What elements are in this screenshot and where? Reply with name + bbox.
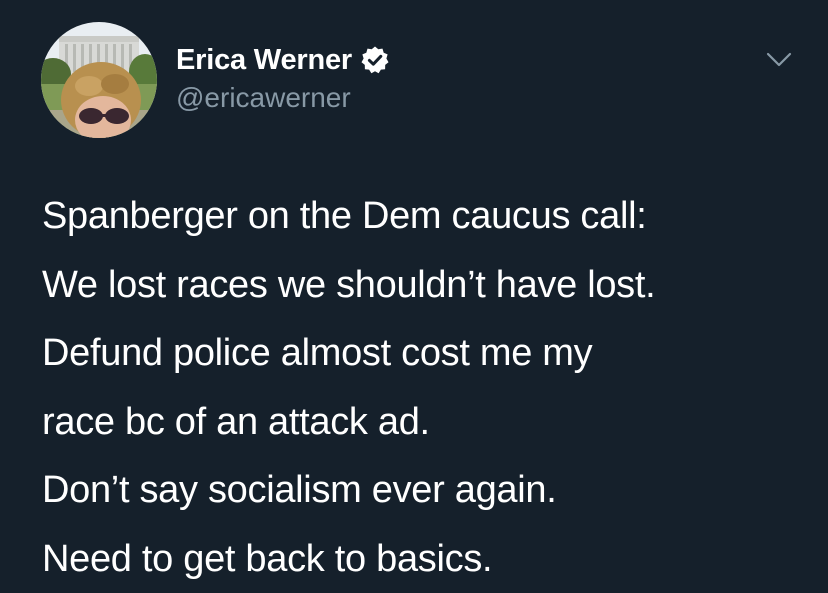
tweet-text-line: Defund police almost cost me my bbox=[42, 319, 822, 388]
tweet-text-line: race bc of an attack ad. bbox=[42, 388, 822, 457]
author-name-row: Erica Werner bbox=[176, 40, 390, 80]
verified-badge-icon bbox=[360, 45, 390, 75]
tweet-text-line: We lost races we shouldn’t have lost. bbox=[42, 251, 822, 320]
tweet-text-line: Don’t say socialism ever again. bbox=[42, 456, 822, 525]
tweet-text-line: Spanberger on the Dem caucus call: bbox=[42, 182, 822, 251]
chevron-down-icon[interactable] bbox=[765, 50, 793, 70]
tweet-author: Erica Werner @ericawerner bbox=[176, 40, 390, 114]
tweet-text-line: Need to get back to basics. bbox=[42, 525, 822, 593]
avatar-image bbox=[41, 22, 157, 138]
author-handle[interactable]: @ericawerner bbox=[176, 82, 390, 114]
author-display-name[interactable]: Erica Werner bbox=[176, 44, 352, 77]
tweet-card: Erica Werner @ericawerner Spanberger on … bbox=[0, 0, 828, 589]
avatar[interactable] bbox=[41, 22, 157, 138]
tweet-text: Spanberger on the Dem caucus call: We lo… bbox=[42, 182, 822, 593]
